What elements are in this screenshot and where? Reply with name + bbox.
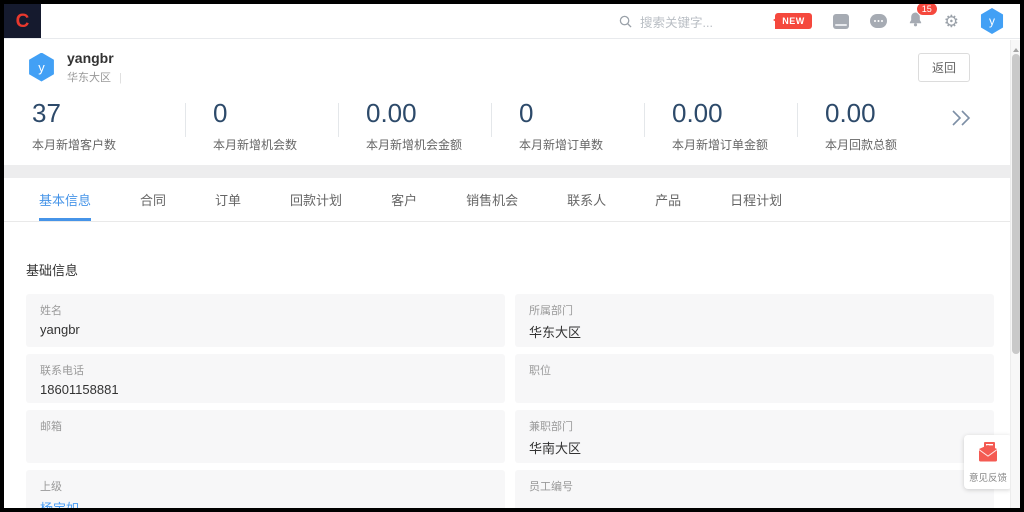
notification-count-badge: 15 [916,4,938,16]
stat-label: 本月新增机会金额 [366,136,491,153]
field-supervisor[interactable]: 上级 杨宝如 [26,470,505,508]
stat-new-opportunities: 0 本月新增机会数 [185,95,338,153]
field-name[interactable]: 姓名 yangbr [26,294,505,347]
stat-value: 0.00 [366,99,491,129]
section-title: 基础信息 [26,260,994,279]
field-value: 华东大区 [529,322,980,341]
tab-schedule[interactable]: 日程计划 [730,178,782,221]
stat-payment-total: 0.00 本月回款总额 [797,95,950,153]
stat-value: 0.00 [672,99,797,129]
stat-label: 本月新增订单金额 [672,136,797,153]
stat-label: 本月新增订单数 [519,136,644,153]
field-position[interactable]: 职位 [515,354,994,403]
stat-opportunity-amount: 0.00 本月新增机会金额 [338,95,491,153]
field-email[interactable]: 邮箱 [26,410,505,463]
double-chevron-right-icon [950,109,972,127]
field-employee-id[interactable]: 员工编号 [515,470,994,508]
profile-info: yangbr 华东大区| [67,50,122,85]
stats-row: 37 本月新增客户数 0 本月新增机会数 0.00 本月新增机会金额 0 本月新… [4,95,1020,165]
field-label: 联系电话 [40,362,491,378]
new-badge[interactable]: NEW [775,13,812,29]
envelope-feedback-icon [976,441,1000,462]
field-label: 所属部门 [529,302,980,318]
app-window: C 搜索关键字... NEW 15 ⚙ y y yangbr 华东大区| 返回 … [4,4,1020,508]
app-logo[interactable]: C [4,4,41,38]
stat-label: 本月新增客户数 [32,136,185,153]
field-value: 华南大区 [529,438,980,457]
top-bar: C 搜索关键字... NEW 15 ⚙ y [4,4,1020,39]
section-separator [4,165,1020,178]
field-label: 职位 [529,362,980,378]
notebook-icon[interactable] [833,14,849,29]
gear-icon[interactable]: ⚙ [944,13,959,30]
search-placeholder: 搜索关键字... [640,12,713,31]
feedback-label: 意见反馈 [967,470,1009,484]
tab-customers[interactable]: 客户 [391,178,417,221]
user-avatar[interactable]: y [980,8,1004,34]
profile-name: yangbr [67,50,122,66]
field-label: 上级 [40,478,491,494]
field-label: 姓名 [40,302,491,318]
field-label: 员工编号 [529,478,980,494]
supervisor-link[interactable]: 杨宝如 [40,498,491,508]
back-button[interactable]: 返回 [918,53,970,82]
field-value [40,438,491,453]
stat-value: 37 [32,99,185,129]
field-value: 18601158881 [40,382,491,397]
stat-value: 0 [213,99,338,129]
vertical-scrollbar[interactable] [1010,40,1020,508]
field-label: 兼职部门 [529,418,980,434]
tab-contracts[interactable]: 合同 [140,178,166,221]
stat-label: 本月新增机会数 [213,136,338,153]
main-content: 基础信息 姓名 yangbr 所属部门 华东大区 联系电话 1860115888… [4,260,1020,508]
field-department[interactable]: 所属部门 华东大区 [515,294,994,347]
scroll-up-arrow[interactable] [1013,45,1019,52]
stat-value: 0.00 [825,99,950,129]
stat-new-customers: 37 本月新增客户数 [32,95,185,153]
feedback-button[interactable]: 意见反馈 [964,435,1012,489]
tab-basic-info[interactable]: 基本信息 [39,178,91,221]
app-logo-letter: C [16,12,30,31]
field-value [529,382,980,397]
field-phone[interactable]: 联系电话 18601158881 [26,354,505,403]
top-bar-actions: NEW 15 ⚙ y [775,8,1020,34]
tab-contacts[interactable]: 联系人 [567,178,606,221]
field-label: 邮箱 [40,418,491,434]
global-search[interactable]: 搜索关键字... [619,12,713,31]
chat-icon[interactable] [870,14,887,28]
notifications-button[interactable]: 15 [908,11,923,32]
scrollbar-thumb[interactable] [1012,54,1020,354]
stat-new-orders: 0 本月新增订单数 [491,95,644,153]
profile-header: y yangbr 华东大区| 返回 [4,39,1020,95]
tab-sales-opportunities[interactable]: 销售机会 [466,178,518,221]
profile-department: 华东大区| [67,69,122,85]
stat-value: 0 [519,99,644,129]
field-secondary-department[interactable]: 兼职部门 华南大区 [515,410,994,463]
stat-label: 本月回款总额 [825,136,950,153]
stat-order-amount: 0.00 本月新增订单金额 [644,95,797,153]
profile-avatar: y [28,53,55,82]
tab-products[interactable]: 产品 [655,178,681,221]
field-value: yangbr [40,322,491,337]
tab-orders[interactable]: 订单 [215,178,241,221]
field-value [529,498,980,508]
tab-bar: 基本信息 合同 订单 回款计划 客户 销售机会 联系人 产品 日程计划 [4,178,1020,222]
search-icon [619,15,632,28]
tab-payment-plan[interactable]: 回款计划 [290,178,342,221]
fields-grid: 姓名 yangbr 所属部门 华东大区 联系电话 18601158881 职位 … [26,294,994,508]
department-divider: | [119,72,122,84]
